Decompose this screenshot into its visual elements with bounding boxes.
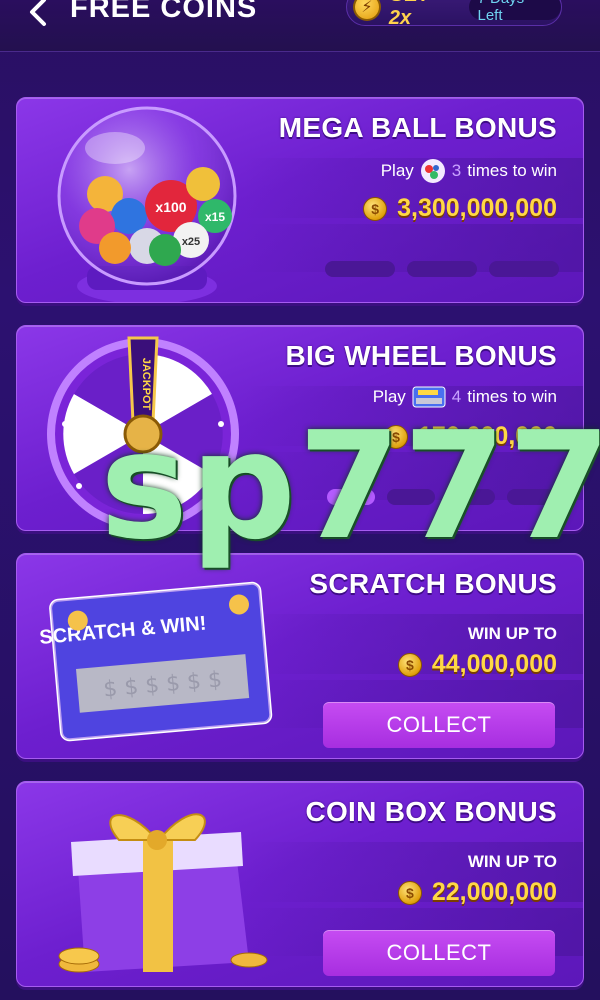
wheel-icon: JACKPOT [47, 336, 239, 530]
mega-ball-globe-icon: x100 x15 x25 [57, 106, 237, 302]
play-prefix: Play [372, 387, 406, 406]
reward-amount: $ 44,000,000 [397, 650, 557, 679]
progress-segment [407, 261, 477, 277]
scratch-bonus-card[interactable]: SCRATCH & WIN! $ $ $ $ $ $ SCRATCH BONUS… [16, 553, 584, 759]
progress-segment [387, 489, 435, 505]
play-count: 4 [451, 387, 462, 406]
play-prefix: Play [380, 161, 414, 180]
collect-button[interactable]: COLLECT [323, 930, 555, 976]
card-title: MEGA BALL BONUS [278, 112, 557, 143]
progress-bar [325, 261, 559, 277]
play-suffix: times to win [467, 387, 557, 406]
back-chevron-icon[interactable] [22, 0, 58, 30]
reward-amount-value: 3,300,000,000 [397, 194, 557, 222]
reward-amount: $ 3,300,000,000 [363, 194, 557, 223]
wheel-jackpot-label: JACKPOT [140, 358, 152, 411]
scratch-ticket-icon [412, 386, 446, 408]
win-up-to-label: WIN UP TO [467, 624, 557, 643]
play-count: 3 [451, 161, 462, 180]
reward-amount-value: 22,000,000 [431, 878, 557, 906]
progress-segment-filled [327, 489, 375, 505]
coin-icon: $ [363, 196, 388, 221]
gift-box-icon [58, 813, 268, 973]
coin-icon: $ [397, 880, 422, 905]
promo-label: GET 2x [388, 0, 430, 29]
progress-bar [327, 489, 555, 505]
top-bar: FREE COINS ⚡ GET 2x 7 Days Left [0, 0, 600, 52]
card-title: BIG WHEEL BONUS [285, 340, 557, 371]
lightning-icon: ⚡ [353, 0, 381, 21]
reward-amount-value: 44,000,000 [431, 650, 557, 678]
big-wheel-bonus-card[interactable]: JACKPOT BIG WHEEL BONUS Play 4 times to … [16, 325, 584, 531]
mega-ball-mini-icon [420, 159, 445, 183]
play-requirement: Play 3 times to win [381, 158, 557, 184]
card-title: COIN BOX BONUS [305, 796, 557, 827]
progress-segment [447, 489, 495, 505]
play-suffix: times to win [467, 161, 557, 180]
progress-segment [325, 261, 395, 277]
card-title: SCRATCH BONUS [309, 568, 557, 599]
reward-amount: $ 176,000,000 [383, 422, 557, 451]
reward-amount-value: 176,000,000 [417, 422, 557, 450]
get-2x-promo[interactable]: ⚡ GET 2x 7 Days Left [346, 0, 562, 29]
collect-button[interactable]: COLLECT [323, 702, 555, 748]
promo-days-left: 7 Days Left [469, 0, 561, 24]
mega-ball-bonus-card[interactable]: x100 x15 x25 MEGA BALL BONUS Play 3 time… [16, 97, 584, 303]
coin-icon: $ [383, 424, 408, 449]
play-requirement: Play 4 times to win [373, 386, 557, 408]
svg-text:x15: x15 [205, 210, 225, 224]
coin-box-bonus-card[interactable]: COIN BOX BONUS WIN UP TO $ 22,000,000 CO… [16, 781, 584, 987]
scratch-card-icon: SCRATCH & WIN! $ $ $ $ $ $ [39, 581, 273, 742]
reward-amount: $ 22,000,000 [397, 878, 557, 907]
progress-segment [507, 489, 555, 505]
progress-segment [489, 261, 559, 277]
win-up-to-label: WIN UP TO [467, 852, 557, 871]
svg-text:x25: x25 [182, 236, 200, 248]
coin-icon: $ [397, 652, 422, 677]
svg-text:x100: x100 [155, 199, 186, 215]
page-title: FREE COINS [70, 0, 258, 24]
